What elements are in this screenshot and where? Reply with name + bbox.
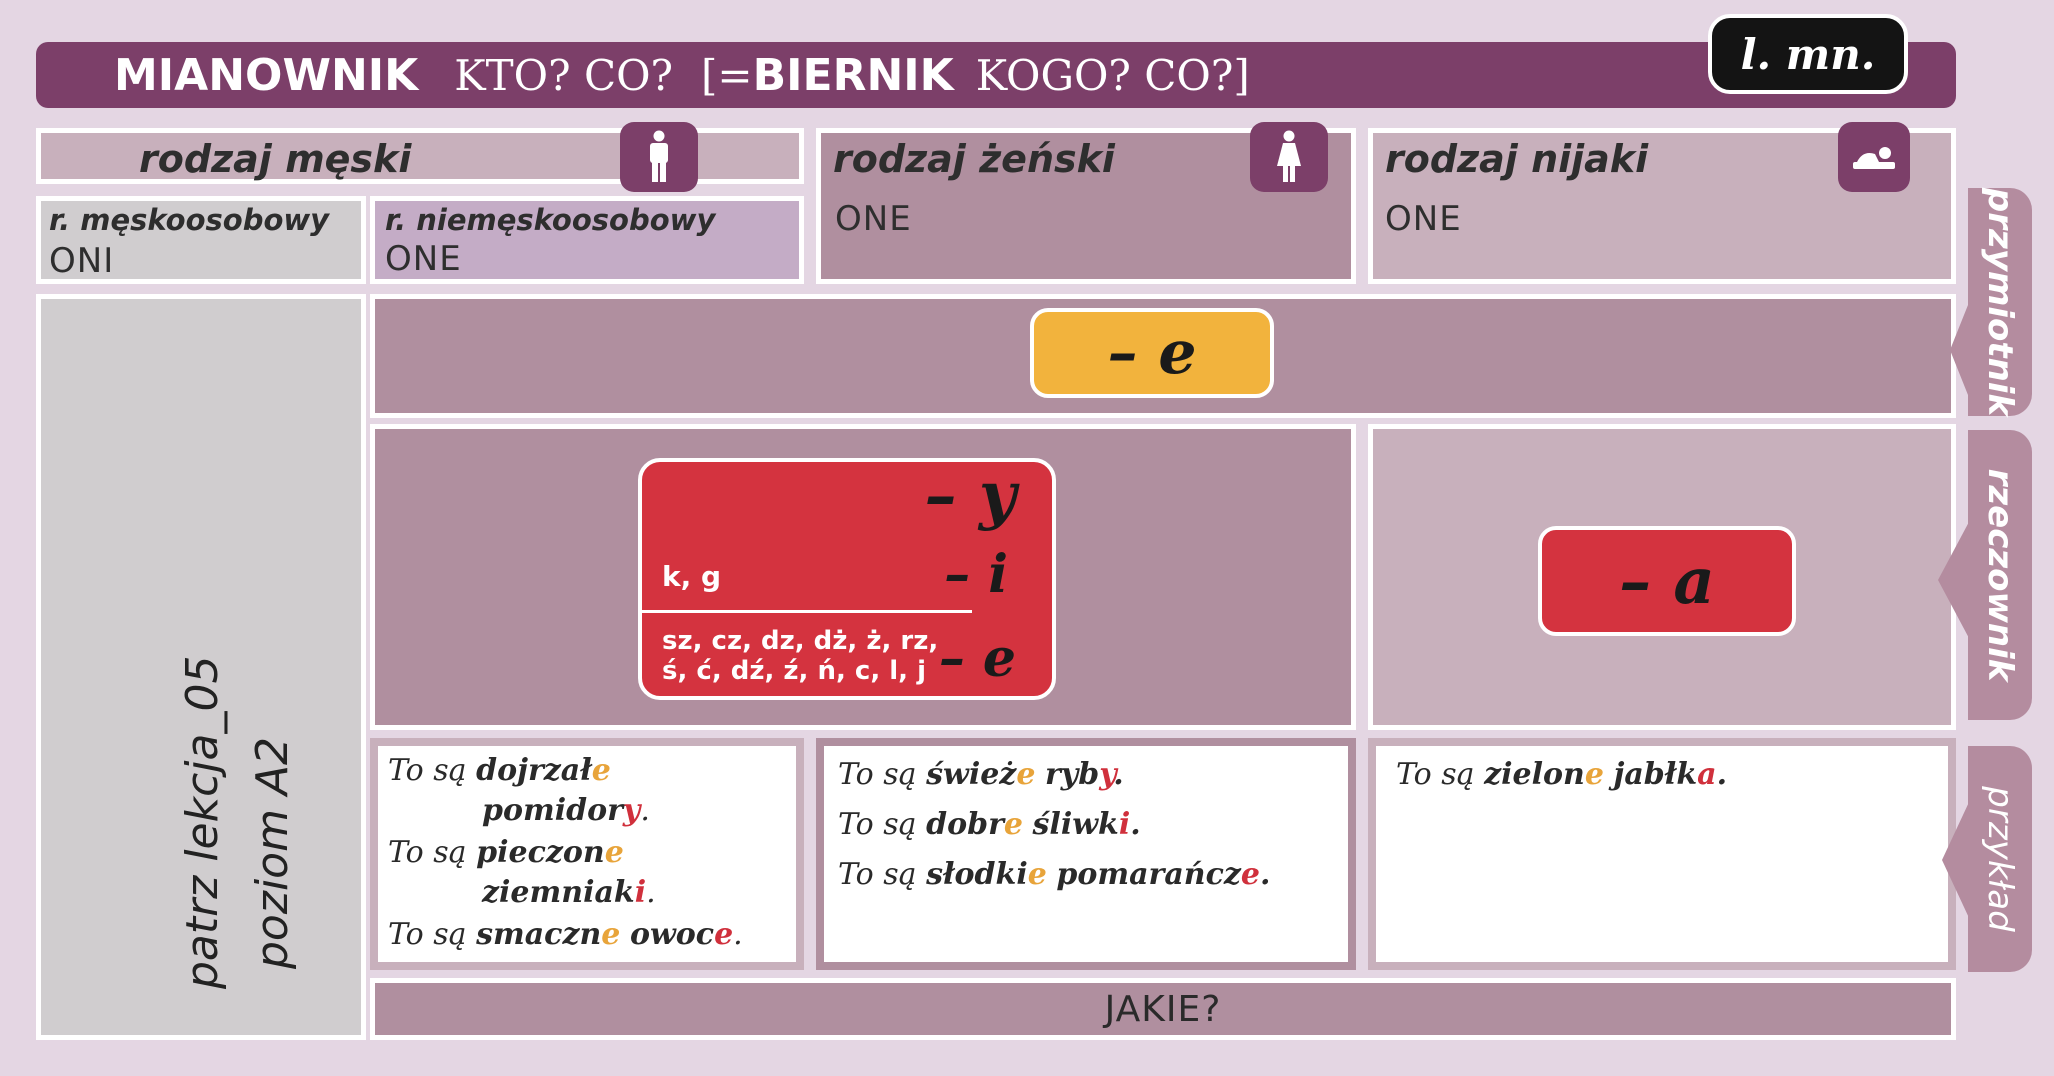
feminine-pronoun: ONE [835,199,912,239]
masculine-nonpersonal-pronoun: ONE [385,239,462,279]
neuter-pronoun: ONE [1385,199,1462,239]
tab-arrow-adjective [1950,300,1970,400]
bracket-open: [= [701,50,753,100]
masculine-title: rodzaj męski [139,137,412,181]
reference-level: poziom A2 [247,736,298,969]
noun-ending-y: – y [924,458,1016,533]
feminine-title: rodzaj żeński [833,137,1115,181]
tab-arrow-noun [1938,520,1970,640]
man-icon [620,122,698,192]
title-bar: MIANOWNIK KTO? CO? [= BIERNIK KOGO? CO?] [36,42,1956,108]
noun-neuter-ending-badge: – a [1538,526,1796,636]
noun-soft-label-1: sz, cz, dz, dż, ż, rz, [662,626,939,656]
plural-badge: l. mn. [1708,14,1908,94]
woman-icon [1250,122,1328,192]
masculine-personal-pronoun: ONI [49,241,115,281]
tab-adjective: przymiotnik [1968,188,2032,416]
noun-soft-label-2: ś, ć, dź, ź, ń, c, l, j [662,656,927,686]
question-bar: JAKIE? [370,978,1956,1040]
example-sentence: To są zielone jabłka. [1396,757,1728,792]
noun-kg-label: k, g [662,560,722,593]
case-name-accusative: BIERNIK [752,49,954,101]
example-sentence: To są dobre śliwki. [838,807,1141,842]
example-sentence: To są dojrzałe [388,753,611,788]
adjective-ending-badge: – e [1030,308,1274,398]
tab-arrow-example [1942,800,1970,920]
masculine-nonpersonal-title: r. niemęskoosobowy [385,203,716,237]
example-sentence-cont: ziemniaki. [482,875,656,910]
example-sentence: To są pieczone [388,835,624,870]
noun-ending-i: – i [944,544,1008,605]
tab-noun: rzeczownik [1968,430,2032,720]
tab-noun-label: rzeczownik [1980,468,2020,682]
masculine-nonpersonal-cell: r. niemęskoosobowy ONE [370,196,804,284]
examples-col2: To są świeże ryby. To są dobre śliwki. T… [816,738,1356,970]
noun-divider [642,610,972,613]
noun-ending-e: – e [938,628,1016,689]
question-text: JAKIE? [1104,988,1222,1030]
baby-icon [1838,122,1910,192]
examples-col3: To są zielone jabłka. [1368,738,1956,970]
example-sentence: To są słodkie pomarańcze. [838,857,1271,892]
case-name-nominative: MIANOWNIK [114,49,419,101]
tab-adjective-label: przymiotnik [1980,187,2020,417]
reference-column: patrz lekcja_05 poziom A2 [36,294,366,1040]
noun-endings-box: – y k, g – i sz, cz, dz, dż, ż, rz, ś, ć… [638,458,1056,700]
example-sentence: To są świeże ryby. [838,757,1124,792]
case-question-nominative: KTO? CO? [454,50,674,100]
example-sentence: To są smaczne owoce. [388,917,743,952]
neuter-title: rodzaj nijaki [1385,137,1649,181]
example-sentence-cont: pomidory. [482,793,650,828]
masculine-personal-title: r. męskoosobowy [49,203,330,237]
examples-col1: To są dojrzałe pomidory. To są pieczone … [370,738,804,970]
tab-example-label: przykład [1980,786,2020,932]
tab-example: przykład [1968,746,2032,972]
reference-lesson: patrz lekcja_05 [177,655,228,989]
case-question-accusative: KOGO? CO?] [975,50,1250,100]
masculine-personal-cell: r. męskoosobowy ONI [36,196,366,284]
